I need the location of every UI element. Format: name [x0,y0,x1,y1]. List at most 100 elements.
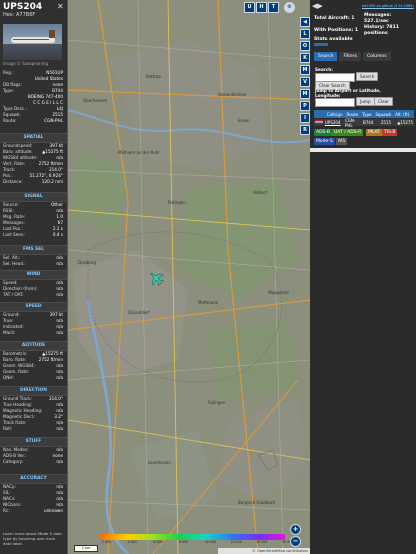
speed-row-label: Mach: [3,330,16,335]
map-side-button[interactable]: V [300,77,310,87]
spatial-row-label: Distance: [3,179,23,184]
col-altitude[interactable]: Alt. (ft) [393,112,414,117]
map-side-button[interactable]: K [300,53,310,63]
accuracy-row-label: Rc: [3,508,10,513]
close-icon[interactable]: ✕ [57,2,64,11]
horizontal-scrollbar[interactable] [310,148,416,152]
source-badge[interactable]: Mode-S [314,138,335,145]
tab-columns[interactable]: Columns [362,52,391,61]
row-altitude: ▲15275 [397,120,413,125]
map-view[interactable]: Bottrop Oberhausen Gelsenkirchen Essen Mülhe… [68,0,310,554]
table-row[interactable]: UPS204 CGN-PHL B744 2515 ▲15275 [314,117,414,128]
signal-row-value: 0.4 s [52,232,63,237]
fms-row-value: n/a [56,261,63,266]
signal-row: Last Seen: 0.4 s [3,232,63,238]
settings-gear-icon[interactable]: ⚙ [284,2,295,13]
map-button-u[interactable]: U [244,2,255,13]
map-attribution: © OpenStreetMap contributors [218,548,310,554]
map-button-h[interactable]: H [256,2,267,13]
section-stuff-title: STUFF [0,437,67,447]
place-label: Solingen [208,400,226,405]
map-button-t[interactable]: T [268,2,279,13]
tab-filters[interactable]: Filters [339,52,361,61]
legend-tick-label: 30 000 [256,540,268,544]
map-side-button[interactable]: R [300,125,310,135]
col-squawk[interactable]: Squawk [373,112,393,117]
place-label: Wuppertal [268,290,289,295]
row-squawk: 2515 [380,120,391,125]
source-badge[interactable]: UAT / ADS-R [332,129,364,136]
map-side-button[interactable]: P [300,101,310,111]
place-label: Ratingen [168,200,186,205]
search-button[interactable]: Search [356,72,379,81]
map-side-button[interactable]: I [300,113,310,123]
aircraft-table-header: Callsign Route Type Squawk Alt. (ft) [314,110,414,118]
section-direction-title: DIRECTION [0,386,67,396]
direction-row: Roll: n/a [3,426,63,432]
total-aircraft-stat: Total Aircraft: 1 [314,16,355,21]
map-side-button[interactable]: M [300,65,310,75]
altitude-row: QNH: n/a [3,375,63,381]
legend-tick-label: 2 000 [102,540,112,544]
photo-caption: Image © Saxophoning [3,61,48,66]
history-stat: History: 7811 positions [364,25,399,36]
place-label: Bottrop [146,74,161,79]
identity-row: Route: CGN-PHL [3,118,63,124]
map-side-button[interactable]: O [300,41,310,51]
wind-row-value: n/a [56,292,63,297]
jump-button[interactable]: Jump [356,97,375,106]
zoom-out-button[interactable]: − [290,536,301,547]
speed-row-value: n/a [56,330,63,335]
row-route: CGN-PHL [345,117,356,128]
signal-row-label: Last Seen: [3,232,25,237]
us-flag-icon [315,120,323,124]
section-accuracy-title: ACCURACY [0,474,67,484]
map-side-button[interactable]: L [300,29,310,39]
toggle-sidebar-icon[interactable]: ◀▶ [312,2,323,10]
photo-aircraft-stripe [13,39,49,40]
map-side-button[interactable]: ◀ [300,17,310,27]
stuff-row-value: n/a [56,459,63,464]
source-badge[interactable]: AIS [336,138,348,145]
legend-tick-label: 20 000 [230,540,242,544]
fms-row-label: Sel. Head.: [3,261,26,266]
place-label: Gelsenkirchen [218,92,247,97]
map-canvas[interactable] [68,0,310,554]
tab-search[interactable]: Search [314,52,338,61]
altitude-row-value: n/a [56,375,63,380]
row-type: B744 [363,120,374,125]
row-callsign[interactable]: UPS204 [324,120,344,125]
legend-tick-label: 10 000 [204,540,216,544]
col-callsign[interactable]: Callsign [325,112,345,117]
source-badge[interactable]: ADS-B [314,129,332,136]
wind-row: TAT / OAT: n/a [3,292,63,298]
map-side-button[interactable]: M [300,89,310,99]
hex-code: Hex: A77B6F [3,12,36,18]
source-badge[interactable]: MLAT [366,129,382,136]
place-label: Duisburg [78,260,96,265]
aircraft-info-panel: UPS204 Hex: A77B6F ✕ Image © Saxophoning… [0,0,68,554]
messages-rate-stat: Messages: 527.1/sec [364,13,392,24]
search-label: Search: [315,67,333,72]
aircraft-photo[interactable] [3,24,62,60]
section-wind-title: WIND [0,270,67,280]
source-badge[interactable]: TIS-B [382,129,398,136]
col-type[interactable]: Type [360,112,373,117]
stuff-row: Category: n/a [3,459,63,465]
version-link[interactable]: tar1090 on github (3.14.1689) [362,4,414,8]
clear-button[interactable]: Clear [374,97,393,106]
place-label: Velbert [253,190,268,195]
section-speed-title: SPEED [0,302,67,312]
identity-row-value: CGN-PHL [44,118,63,123]
learn-more-text: Learn more about Mode S data type by hov… [3,531,62,546]
identity-row-label: Route: [3,118,17,123]
stuff-row-label: Category: [3,459,24,464]
spatial-row-value: 120.2 nmi [41,179,63,184]
zoom-in-button[interactable]: + [290,524,301,535]
speed-row: Mach: n/a [3,330,63,336]
jump-input[interactable] [315,98,355,107]
place-label: Oberhausen [83,98,108,103]
col-route[interactable]: Route [345,112,361,117]
stats-link-bar[interactable] [314,43,328,46]
spatial-row: Distance: 120.2 nmi [3,179,63,185]
